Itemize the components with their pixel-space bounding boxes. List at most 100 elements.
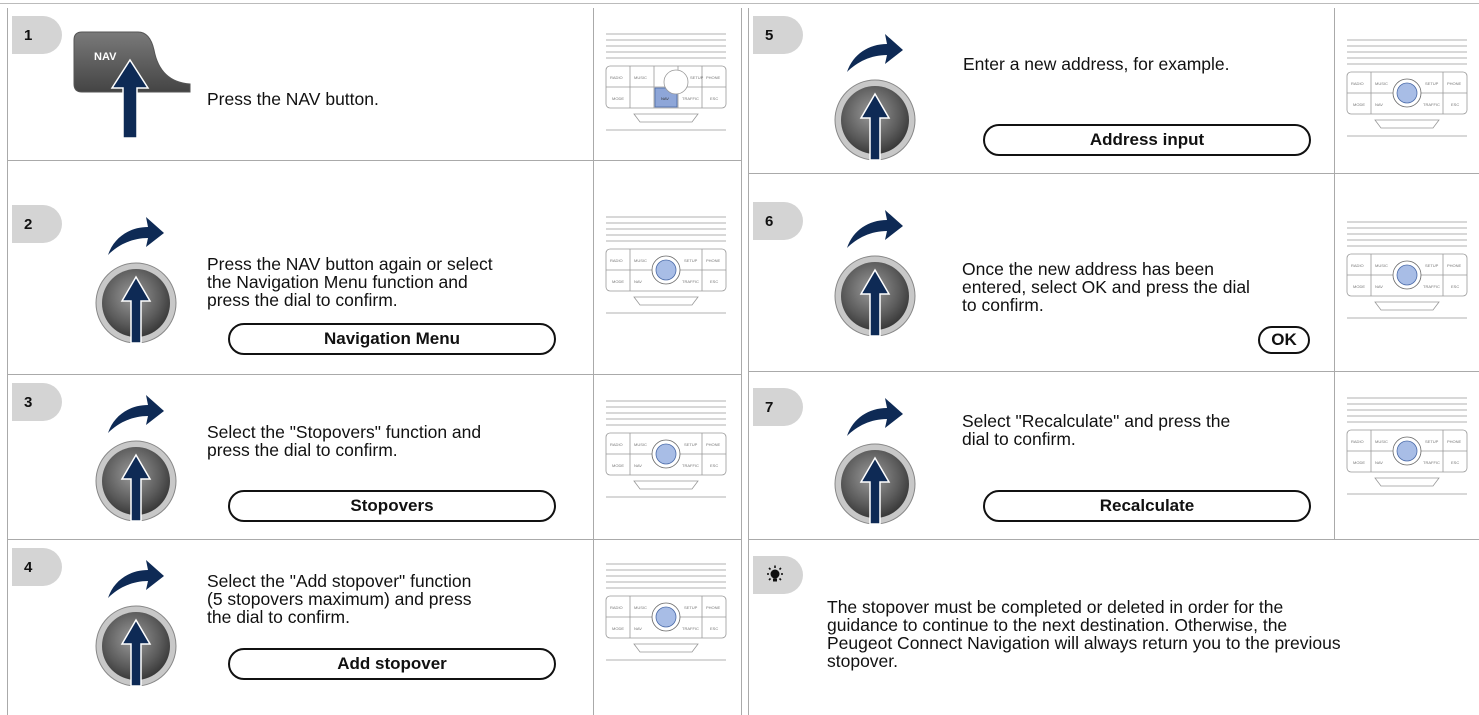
step-instruction: Select "Recalculate" and press the dial t… [962,411,1231,449]
right-column: 5 Enter a new address, for example. Addr… [748,8,1479,715]
svg-text:TRAFFIC: TRAFFIC [1423,102,1440,107]
step-instruction: Select the "Add stopover" function (5 sto… [207,571,472,627]
lightbulb-icon [767,565,783,582]
svg-text:MUSIC: MUSIC [1375,439,1388,444]
step-instruction: Press the NAV button again or select the … [207,254,493,310]
svg-text:MUSIC: MUSIC [634,258,647,263]
tip-section: The stopover must be completed or delete… [748,540,1479,715]
svg-text:MUSIC: MUSIC [634,605,647,610]
step-3: 3 Select the "Stopovers" function and pre… [7,375,742,540]
tip-badge [753,556,803,594]
svg-text:ESC: ESC [1451,102,1459,107]
control-panel-dial-illustration: RADIO MUSIC SETUP PHONE MODE NAV TRAFFIC ESC [605,400,727,498]
step-instruction: Once the new address has been entered, se… [962,259,1250,315]
left-column: 1 NAV Press the NAV button. RADIO MUSIC [7,8,742,715]
svg-text:PHONE: PHONE [1447,263,1462,268]
svg-text:RADIO: RADIO [1351,263,1364,268]
step-instruction: Press the NAV button. [207,89,379,109]
svg-text:MODE: MODE [612,96,624,101]
step-6: 6 Once the new address has been entered, … [748,174,1479,372]
svg-text:RADIO: RADIO [610,75,623,80]
control-panel-dial-illustration: RADIO MUSIC SETUP PHONE MODE NAV TRAFFIC ESC [1346,397,1468,495]
dial-turn-press-icon [834,209,916,337]
svg-text:RADIO: RADIO [610,605,623,610]
step-1: 1 NAV Press the NAV button. RADIO MUSIC [7,8,742,161]
svg-text:MUSIC: MUSIC [1375,81,1388,86]
svg-text:ESC: ESC [710,279,718,284]
navigation-menu-button[interactable]: Navigation Menu [228,323,556,355]
control-panel-dial-illustration: RADIO MUSIC SETUP PHONE MODE NAV TRAFFIC ESC [605,563,727,661]
control-panel-dial-illustration: RADIO MUSIC SETUP PHONE MODE NAV TRAFFIC ESC [1346,39,1468,137]
svg-text:NAV: NAV [661,96,669,101]
tip-text: The stopover must be completed or delete… [827,597,1341,671]
control-panel-dial-illustration: RADIO MUSIC SETUP PHONE MODE NAV TRAFFIC ESC [1346,221,1468,319]
svg-text:MUSIC: MUSIC [1375,263,1388,268]
svg-text:NAV: NAV [1375,284,1383,289]
step-number-badge: 5 [753,16,803,54]
dial-turn-press-icon [95,559,177,687]
svg-text:RADIO: RADIO [610,442,623,447]
step-4: 4 Select the "Add stopover" function (5 s… [7,540,742,715]
nav-key-press-icon: NAV [73,31,191,139]
svg-text:TRAFFIC: TRAFFIC [1423,460,1440,465]
svg-text:NAV: NAV [94,51,117,63]
svg-text:NAV: NAV [634,279,642,284]
address-input-button[interactable]: Address input [983,124,1311,156]
step-number-badge: 2 [12,205,62,243]
dial-turn-press-icon [95,394,177,522]
step-number-badge: 6 [753,202,803,240]
svg-text:NAV: NAV [1375,460,1383,465]
stopovers-button[interactable]: Stopovers [228,490,556,522]
svg-text:PHONE: PHONE [706,75,721,80]
control-panel-illustration: RADIO MUSIC SETUP PHONE MODE NAV TRAFFIC ESC [605,33,727,131]
step-number-badge: 1 [12,16,62,54]
svg-text:ESC: ESC [710,463,718,468]
svg-text:PHONE: PHONE [706,442,721,447]
svg-text:RADIO: RADIO [1351,81,1364,86]
svg-text:RADIO: RADIO [610,258,623,263]
dial-turn-press-icon [834,397,916,525]
svg-text:SETUP: SETUP [1425,263,1439,268]
step-number-badge: 3 [12,383,62,421]
recalculate-button[interactable]: Recalculate [983,490,1311,522]
svg-text:TRAFFIC: TRAFFIC [682,96,699,101]
step-5: 5 Enter a new address, for example. Addr… [748,8,1479,174]
step-instruction: Select the "Stopovers" function and press… [207,422,482,460]
svg-text:SETUP: SETUP [684,442,698,447]
step-number-badge: 7 [753,388,803,426]
step-7: 7 Select "Recalculate" and press the dial… [748,372,1479,540]
svg-text:ESC: ESC [1451,460,1459,465]
step-number-badge: 4 [12,548,62,586]
dial-turn-press-icon [834,33,916,161]
ok-button[interactable]: OK [1258,326,1310,354]
svg-text:PHONE: PHONE [706,258,721,263]
step-instruction: Enter a new address, for example. [963,54,1230,74]
svg-text:MODE: MODE [1353,284,1365,289]
svg-text:SETUP: SETUP [684,605,698,610]
top-rule [0,3,1479,4]
svg-text:TRAFFIC: TRAFFIC [682,463,699,468]
svg-text:TRAFFIC: TRAFFIC [1423,284,1440,289]
svg-text:MUSIC: MUSIC [634,442,647,447]
svg-text:MODE: MODE [1353,460,1365,465]
svg-text:ESC: ESC [710,96,718,101]
control-panel-dial-illustration: RADIO MUSIC SETUP PHONE MODE NAV TRAFFIC ESC [605,216,727,314]
svg-text:TRAFFIC: TRAFFIC [682,626,699,631]
add-stopover-button[interactable]: Add stopover [228,648,556,680]
svg-text:ESC: ESC [710,626,718,631]
svg-text:SETUP: SETUP [684,258,698,263]
svg-text:NAV: NAV [1375,102,1383,107]
step-2: 2 Press the NAV button again or select th… [7,161,742,375]
svg-text:PHONE: PHONE [1447,81,1462,86]
svg-text:SETUP: SETUP [1425,81,1439,86]
svg-text:PHONE: PHONE [1447,439,1462,444]
svg-text:RADIO: RADIO [1351,439,1364,444]
svg-text:SETUP: SETUP [1425,439,1439,444]
svg-text:MODE: MODE [1353,102,1365,107]
svg-text:PHONE: PHONE [706,605,721,610]
svg-text:MUSIC: MUSIC [634,75,647,80]
svg-text:SETUP: SETUP [690,75,704,80]
svg-text:TRAFFIC: TRAFFIC [682,279,699,284]
svg-text:NAV: NAV [634,626,642,631]
svg-text:MODE: MODE [612,463,624,468]
